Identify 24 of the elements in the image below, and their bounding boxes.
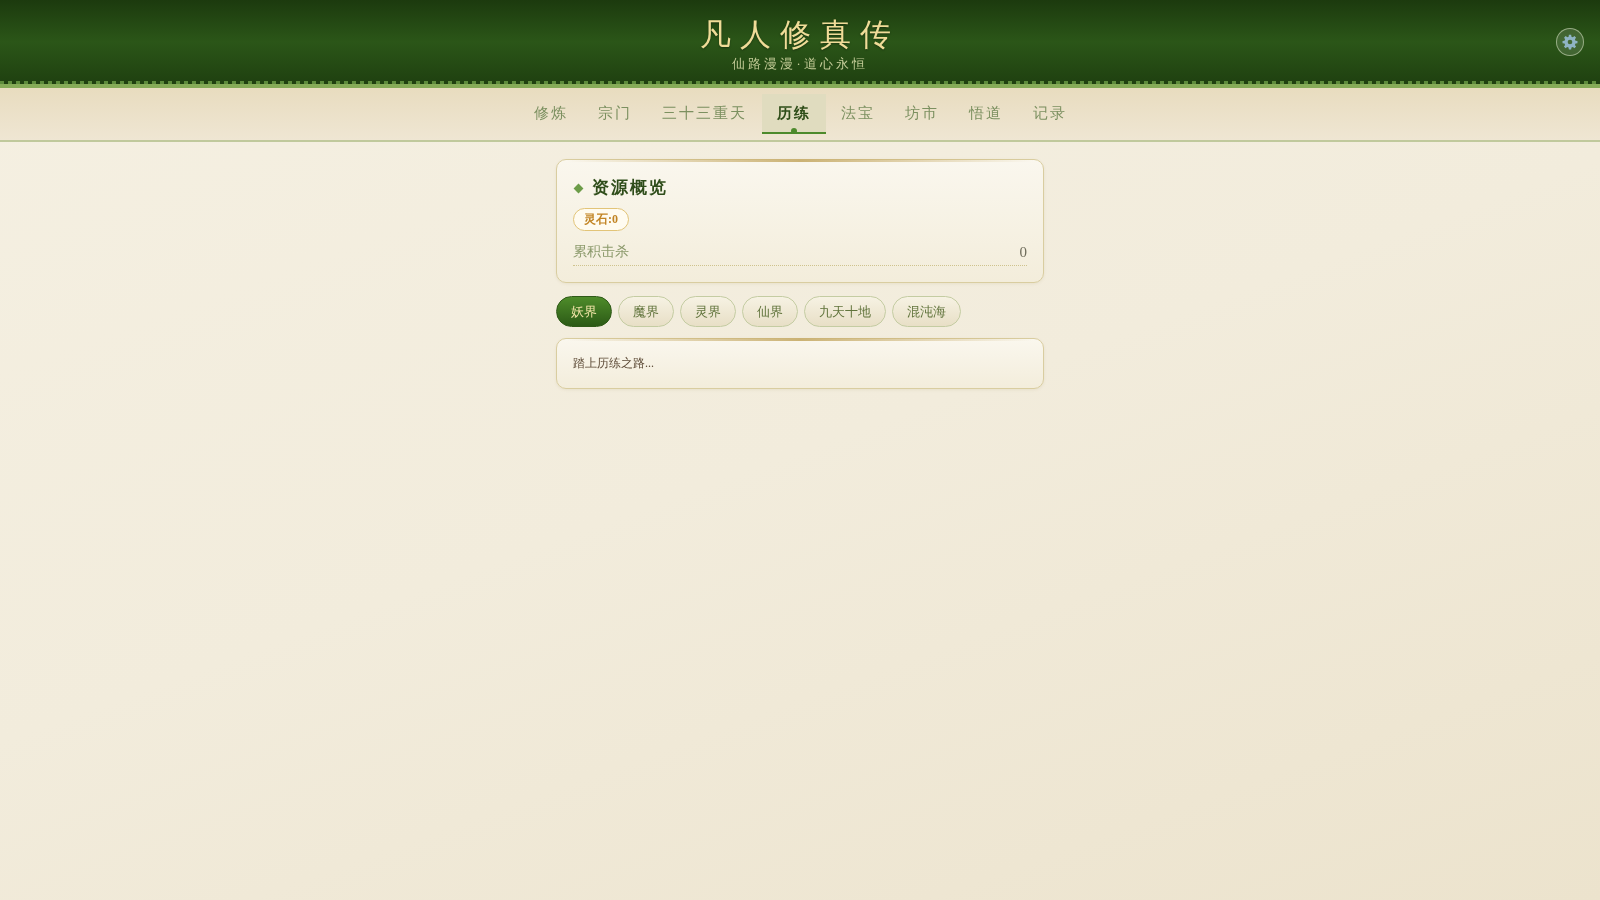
nav-tab[interactable]: 三十三重天 [646, 94, 762, 134]
region-tab[interactable]: 混沌海 [892, 296, 961, 327]
region-tab[interactable]: 九天十地 [804, 296, 886, 327]
stat-label: 累积击杀 [573, 243, 629, 261]
nav-tab[interactable]: 法宝 [825, 94, 890, 134]
region-tab[interactable]: 仙界 [742, 296, 798, 327]
nav-tab[interactable]: 记录 [1017, 94, 1082, 134]
nav-tab[interactable]: 修炼 [518, 94, 583, 134]
dot-icon [790, 128, 797, 134]
stat-value: 0 [1019, 243, 1027, 261]
card-title: 资源概览 [592, 177, 668, 199]
region-tab[interactable]: 灵界 [680, 296, 736, 327]
region-tab[interactable]: 魔界 [618, 296, 674, 327]
region-tab[interactable]: 妖界 [556, 296, 612, 327]
settings-button[interactable] [1556, 28, 1584, 56]
nav-tab[interactable]: 历练 [761, 94, 826, 134]
log-text: 踏上历练之路... [573, 355, 655, 372]
nav-tab[interactable]: 坊市 [889, 94, 954, 134]
nav-tab[interactable]: 宗门 [582, 94, 647, 134]
settings-icon [1562, 34, 1578, 50]
app-title: 凡人修真传 [700, 16, 900, 54]
nav-tab[interactable]: 悟道 [953, 94, 1018, 134]
app-subtitle: 仙路漫漫·道心永恒 [732, 56, 868, 73]
resource-badge: 灵石:0 [573, 208, 629, 231]
